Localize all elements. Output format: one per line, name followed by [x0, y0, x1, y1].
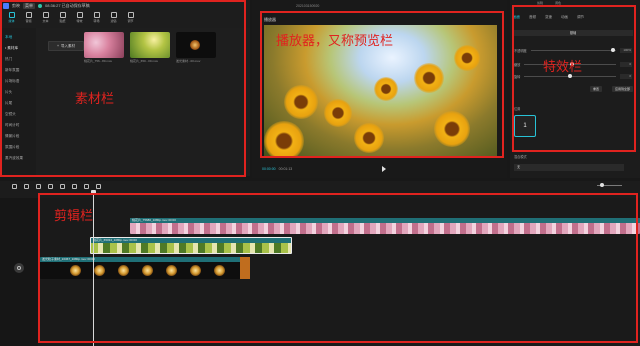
gear-icon	[17, 266, 21, 270]
zoom-knob[interactable]	[600, 183, 604, 187]
current-time: 00:00:00	[262, 167, 276, 171]
blend-label: 混合模式	[514, 155, 527, 159]
annotation-player: 播放器，又称预览栏	[276, 34, 394, 49]
annotation-assets: 素材栏	[75, 92, 115, 107]
annotation-box-effects	[512, 5, 636, 152]
annotation-timeline: 剪辑栏	[54, 209, 94, 224]
project-title: 202103150920	[296, 4, 320, 8]
undo-icon[interactable]	[12, 183, 17, 189]
crop-icon[interactable]	[96, 183, 101, 189]
delete-icon[interactable]	[36, 183, 41, 189]
blend-select[interactable]: 无	[514, 164, 624, 171]
play-button[interactable]	[382, 166, 386, 172]
mirror-icon[interactable]	[72, 183, 77, 189]
timeline-toolbar	[0, 181, 640, 191]
annotation-box-timeline	[38, 193, 638, 343]
reverse-icon[interactable]	[60, 183, 65, 189]
annotation-effects: 特效栏	[543, 60, 583, 75]
split-icon[interactable]	[24, 183, 29, 189]
track-settings-button[interactable]	[14, 263, 24, 273]
total-duration: 00:01:13	[278, 167, 293, 171]
annotation-box-assets	[0, 0, 246, 177]
freeze-icon[interactable]	[48, 183, 53, 189]
rotate-icon[interactable]	[84, 183, 89, 189]
